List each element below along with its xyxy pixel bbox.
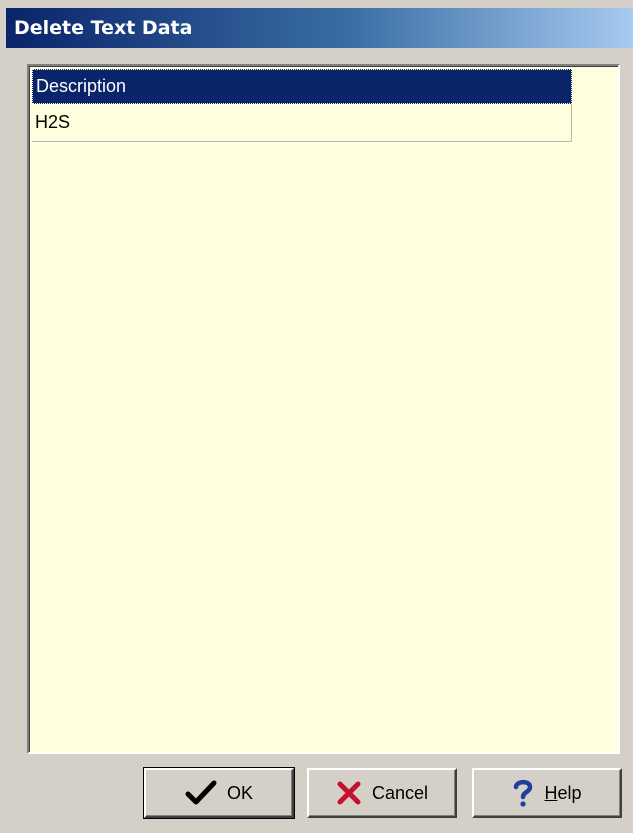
question-mark-icon (512, 778, 534, 808)
ok-button[interactable]: OK (143, 767, 295, 819)
table-row[interactable]: H2S (32, 104, 572, 142)
ok-label: OK (226, 782, 253, 803)
cancel-label: Cancel (371, 782, 429, 803)
help-label: Help (544, 782, 582, 803)
text-data-grid[interactable]: Description H2S (27, 64, 620, 754)
checkmark-icon (185, 780, 217, 806)
title-bar: Delete Text Data (6, 8, 633, 48)
dialog-title: Delete Text Data (14, 17, 193, 39)
help-button[interactable]: Help (472, 768, 622, 818)
x-cross-icon (336, 780, 362, 806)
grid-column-header-description[interactable]: Description (32, 69, 572, 104)
delete-text-data-dialog: Delete Text Data Description H2S OK Canc… (0, 0, 633, 833)
cancel-button[interactable]: Cancel (307, 768, 457, 818)
